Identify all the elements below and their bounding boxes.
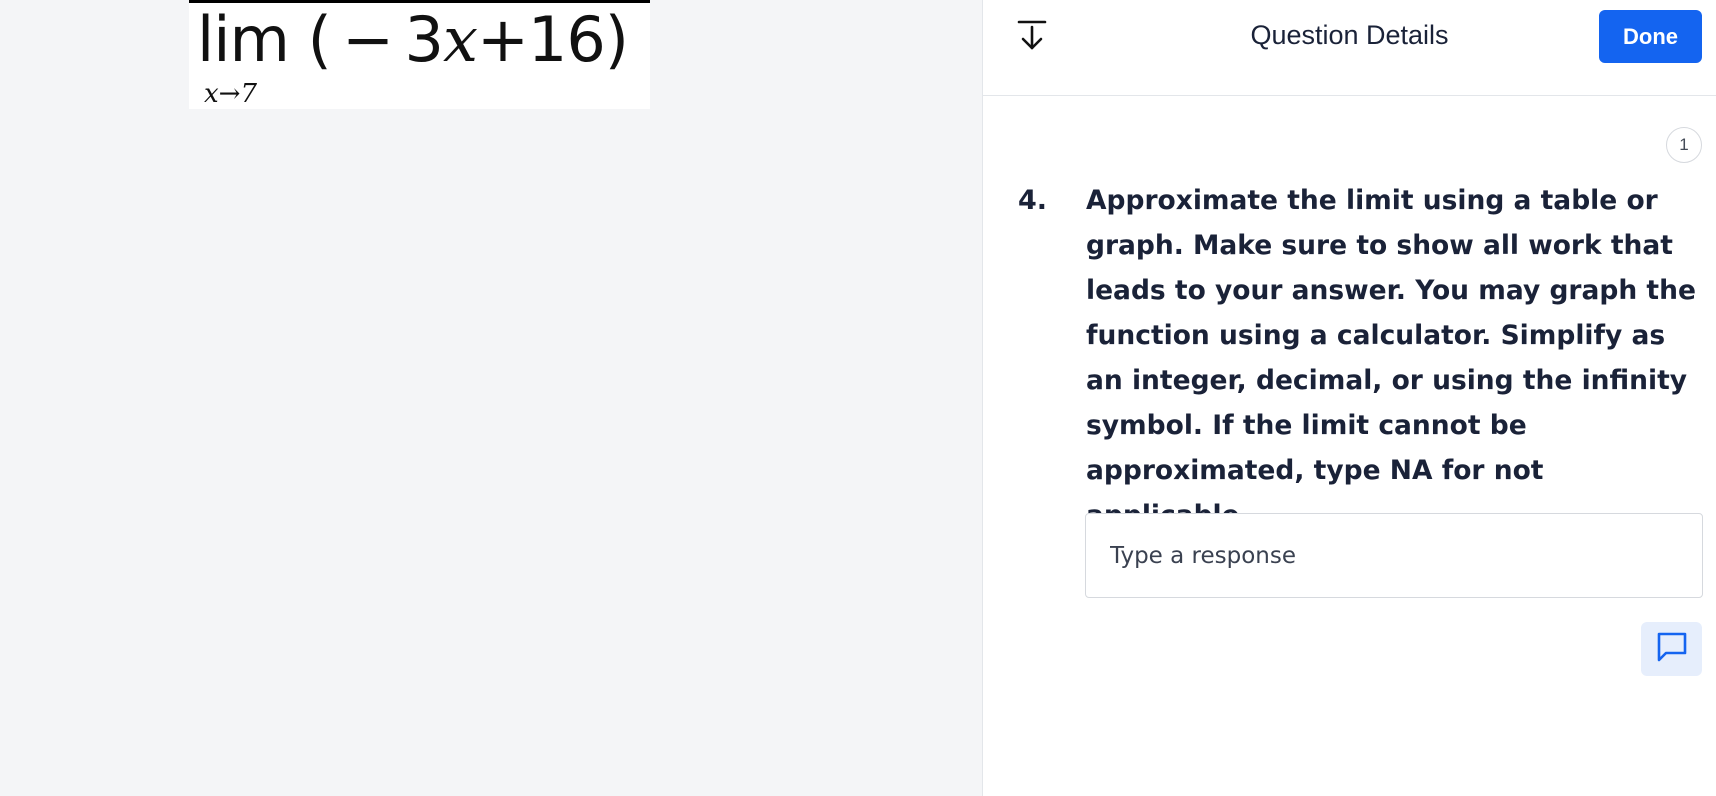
comment-button[interactable] [1641, 622, 1702, 676]
panel-header: Question Details Done [983, 0, 1716, 96]
question-text: Approximate the limit using a table or g… [1086, 185, 1696, 531]
done-button[interactable]: Done [1599, 10, 1702, 63]
question-number: 4. [1018, 185, 1048, 216]
question-details-panel: Question Details Done 1 4. Approximate t… [982, 0, 1716, 796]
limit-subscript: x→7 [204, 79, 257, 109]
limit-expression: lim ( − 3x+16) [197, 3, 629, 76]
comment-icon [1655, 631, 1689, 667]
count-badge: 1 [1666, 127, 1702, 163]
response-input[interactable] [1085, 513, 1703, 598]
left-pane: lim ( − 3x+16) x→7 [0, 0, 982, 796]
math-expression-image: lim ( − 3x+16) x→7 [189, 0, 650, 109]
